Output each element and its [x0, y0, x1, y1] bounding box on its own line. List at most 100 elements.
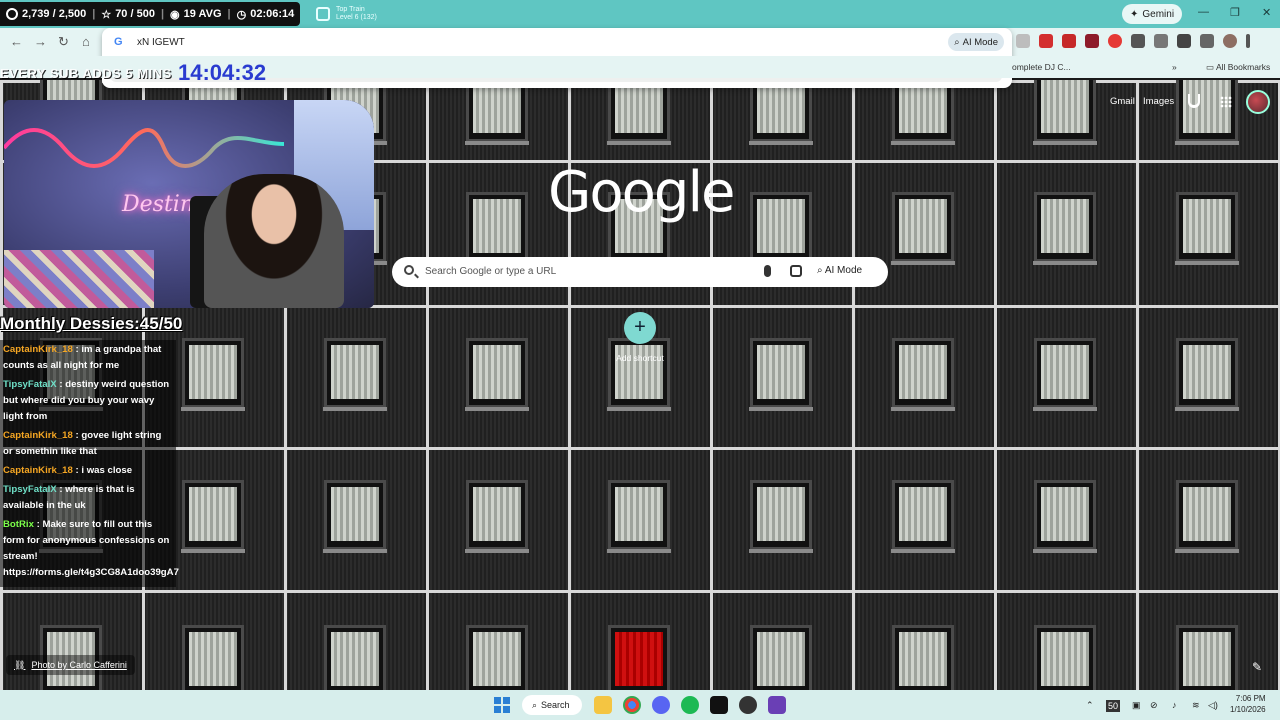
google-logo: Google: [548, 160, 735, 225]
streamlabs-icon[interactable]: [768, 696, 786, 714]
taskbar-search[interactable]: ⌕ Search: [522, 695, 582, 715]
reload-icon[interactable]: ↻: [58, 34, 69, 50]
extension-icon[interactable]: [1108, 34, 1122, 48]
all-bookmarks[interactable]: ▭ All Bookmarks: [1206, 62, 1270, 73]
extension-icon[interactable]: [1154, 34, 1168, 48]
ai-mode-label: AI Mode: [824, 265, 863, 276]
mute-icon[interactable]: ⊘: [1150, 700, 1158, 711]
extension-icon[interactable]: [1016, 34, 1030, 48]
clock-date: 1/10/2026: [1230, 705, 1266, 714]
building-window: [1176, 625, 1238, 690]
building-window: [750, 625, 812, 690]
obs-icon[interactable]: [739, 696, 757, 714]
bus-icon: [316, 7, 330, 21]
add-shortcut-button[interactable]: +: [624, 312, 656, 344]
close-icon[interactable]: ✕: [1262, 6, 1271, 19]
extension-icon[interactable]: [1085, 34, 1099, 48]
minimize-icon[interactable]: —: [1198, 6, 1209, 18]
extension-icon[interactable]: [1062, 34, 1076, 48]
windows-start-icon[interactable]: [494, 697, 510, 713]
forward-icon[interactable]: →: [34, 34, 47, 49]
ai-mode-button[interactable]: ⌕ AI Mode: [817, 265, 862, 276]
building-window: [324, 625, 386, 690]
search-input[interactable]: Search Google or type a URL: [425, 266, 556, 277]
cast-icon[interactable]: [1177, 34, 1191, 48]
bookmark-dj[interactable]: omplete DJ C...: [1012, 62, 1071, 72]
app-tray-icon[interactable]: ▣: [1132, 700, 1141, 711]
tab-top-train[interactable]: Top Train Level 6 (132): [316, 6, 377, 22]
wavy-neon-light: [4, 128, 284, 168]
wifi-icon[interactable]: ≋: [1192, 700, 1200, 711]
microphone-icon[interactable]: [764, 265, 771, 277]
building-window: [891, 480, 955, 553]
labs-flask-icon[interactable]: [1188, 94, 1200, 108]
building-window: [607, 80, 671, 145]
chat-message: CaptainKirk_18 : i was close: [3, 463, 173, 479]
gmail-link[interactable]: Gmail: [1110, 96, 1135, 107]
spotify-icon[interactable]: [681, 696, 699, 714]
chat-text: : i was close: [72, 465, 133, 476]
puzzle-icon[interactable]: [1131, 34, 1145, 48]
chevron-up-icon[interactable]: ⌃: [1086, 700, 1094, 711]
gemini-button[interactable]: ✦ Gemini: [1122, 4, 1183, 24]
images-link[interactable]: Images: [1143, 96, 1174, 107]
building-window: [608, 625, 670, 690]
file-explorer-icon[interactable]: [594, 696, 612, 714]
add-shortcut-label: Add shortcut: [616, 353, 664, 363]
streamer: [204, 174, 344, 308]
discord-icon[interactable]: [652, 696, 670, 714]
building-window: [749, 338, 813, 411]
apps-grid-icon[interactable]: [1220, 96, 1232, 108]
user-icon: [6, 8, 18, 20]
profile-avatar-small[interactable]: [1223, 34, 1237, 48]
building-window: [891, 338, 955, 411]
tab-title-line1: Top Train: [336, 6, 365, 13]
building-window: [465, 480, 529, 553]
kebab-menu-icon[interactable]: [1246, 34, 1250, 48]
pencil-icon[interactable]: ✎: [1252, 660, 1266, 674]
building-window: [891, 80, 955, 145]
system-clock[interactable]: 7:06 PM 1/10/2026: [1230, 693, 1266, 715]
mic-tray-icon[interactable]: ♪: [1172, 700, 1177, 710]
maximize-icon[interactable]: ❐: [1230, 6, 1240, 19]
tray-badge[interactable]: 50: [1106, 700, 1121, 712]
profile-avatar[interactable]: [1246, 90, 1270, 114]
chrome-icon[interactable]: [623, 696, 641, 714]
google-search-box[interactable]: Search Google or type a URL ⌕ AI Mode: [392, 257, 888, 287]
building-window: [465, 80, 529, 145]
omnibox-input[interactable]: xN IGEWT: [137, 37, 185, 48]
building-window: [181, 338, 245, 411]
taskbar-search-label: Search: [541, 700, 570, 710]
photo-credit-text: Photo by Carlo Cafferini: [31, 660, 127, 670]
sub-banner: EVERY SUB ADDS 5 MINS: [0, 66, 172, 81]
building-window: [323, 338, 387, 411]
capcut-icon[interactable]: [710, 696, 728, 714]
building-window: [1033, 80, 1097, 145]
chevron-right-icon[interactable]: »: [1172, 62, 1177, 72]
back-icon[interactable]: ←: [10, 34, 23, 49]
extension-icons: [1016, 34, 1250, 48]
chat-message: TipsyFatalX : where is that is available…: [3, 482, 173, 514]
star-icon: ☆: [101, 8, 112, 21]
chat-username: TipsyFatalX: [3, 484, 57, 495]
building-window: [323, 480, 387, 553]
omnibox-ai-mode-button[interactable]: ⌕ AI Mode: [948, 33, 1004, 51]
chat-username: CaptainKirk_18: [3, 430, 73, 441]
sparkle-icon: ✦: [1130, 8, 1139, 20]
photo-credit-link[interactable]: ⛓ Photo by Carlo Cafferini: [6, 655, 135, 675]
building-window: [466, 625, 528, 690]
building-window: [182, 625, 244, 690]
gemini-label: Gemini: [1142, 8, 1175, 20]
volume-icon[interactable]: ◁): [1208, 700, 1218, 711]
lens-icon[interactable]: [790, 265, 802, 277]
extension-icon[interactable]: [1039, 34, 1053, 48]
chat-username: TipsyFatalX: [3, 379, 57, 390]
stream-stats-bar: 2,739 / 2,500 | ☆ 70 / 500 | ◉ 19 AVG | ◷ 0…: [0, 2, 301, 26]
home-icon[interactable]: ⌂: [82, 34, 90, 49]
subathon-timer: 14:04:32: [178, 60, 267, 85]
menu-lines-icon[interactable]: [1200, 34, 1214, 48]
search-icon: [404, 265, 414, 275]
building-window: [607, 480, 671, 553]
building-window: [749, 192, 813, 265]
ai-search-icon: ⌕: [954, 36, 960, 48]
